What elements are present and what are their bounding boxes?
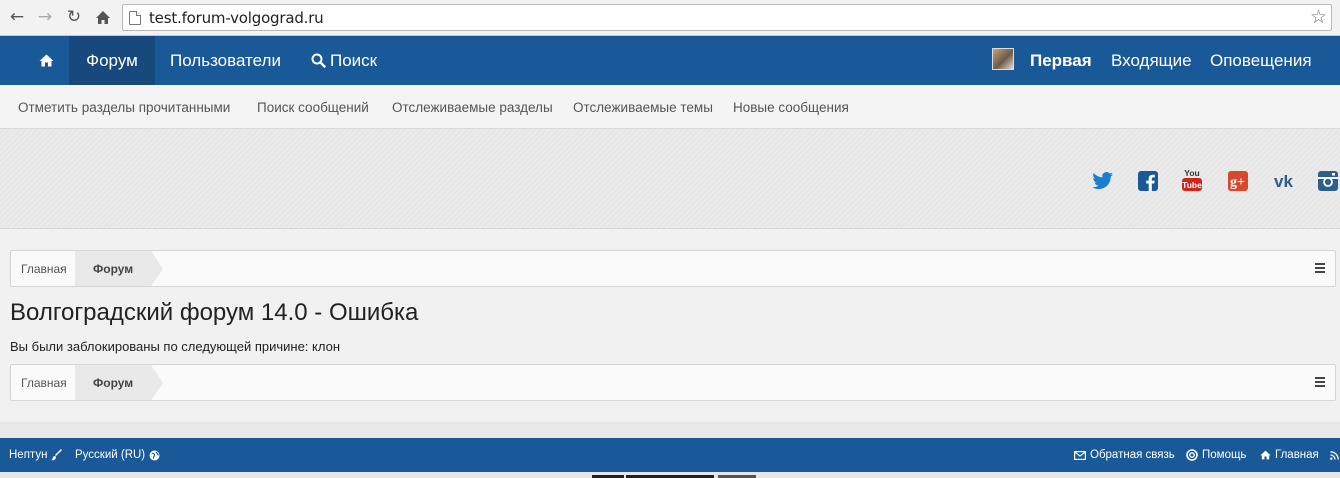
help-label: Помощь xyxy=(1202,449,1247,461)
globe-icon xyxy=(149,450,160,460)
watched-threads-link[interactable]: Отслеживаемые темы xyxy=(573,85,713,129)
nav-home-button[interactable] xyxy=(26,36,66,85)
url-text: test.forum-volgograd.ru xyxy=(149,8,324,27)
sub-navigation: Отметить разделы прочитанными Поиск сооб… xyxy=(0,85,1340,129)
feedback-label: Обратная связь xyxy=(1090,449,1175,461)
search-messages-link[interactable]: Поиск сообщений xyxy=(257,85,369,129)
footer: Нептун Русский (RU) Обратная связь Помощ… xyxy=(0,438,1340,472)
google-plus-icon[interactable]: g+ xyxy=(1227,170,1249,192)
page-icon xyxy=(129,10,141,25)
feedback-link[interactable]: Обратная связь xyxy=(1070,438,1175,472)
reload-button[interactable]: ↻ xyxy=(63,6,85,28)
facebook-icon[interactable] xyxy=(1137,170,1159,192)
menu-icon[interactable] xyxy=(1315,377,1325,387)
svg-text:Tube: Tube xyxy=(1182,180,1202,190)
footer-home-link[interactable]: Главная xyxy=(1256,438,1319,472)
error-message: Вы были заблокированы по следующей причи… xyxy=(10,339,340,354)
instagram-icon[interactable] xyxy=(1317,170,1339,192)
breadcrumb-home[interactable]: Главная xyxy=(21,251,67,286)
back-button[interactable]: ← xyxy=(6,6,28,28)
home-icon xyxy=(39,54,53,67)
svg-text:g+: g+ xyxy=(1230,175,1245,190)
search-icon xyxy=(311,53,326,68)
youtube-icon[interactable]: You Tube xyxy=(1181,167,1203,193)
brush-icon xyxy=(51,449,63,461)
twitter-icon[interactable] xyxy=(1092,170,1114,192)
arrow-right-icon: → xyxy=(37,7,53,27)
inbox-link[interactable]: Входящие xyxy=(1111,36,1192,85)
language-name: Русский (RU) xyxy=(75,449,146,461)
search-label: Поиск xyxy=(330,50,378,70)
menu-icon[interactable] xyxy=(1315,263,1325,273)
new-posts-link[interactable]: Новые сообщения xyxy=(733,85,849,129)
watched-forums-link[interactable]: Отслеживаемые разделы xyxy=(392,85,553,129)
breadcrumb-current[interactable]: Форум xyxy=(75,251,163,286)
tab-search[interactable]: Поиск xyxy=(311,36,377,85)
language-chooser-link[interactable]: Русский (RU) xyxy=(75,438,160,472)
avatar[interactable] xyxy=(992,48,1014,70)
style-chooser-link[interactable]: Нептун xyxy=(9,438,63,472)
bottom-strip xyxy=(0,472,1340,478)
tab-forum[interactable]: Форум xyxy=(69,36,155,85)
mark-forums-read-link[interactable]: Отметить разделы прочитанными xyxy=(18,85,230,129)
main-navigation: Форум Пользователи Поиск Первая Входящие… xyxy=(0,36,1340,85)
lifebuoy-icon xyxy=(1186,449,1198,461)
browser-home-button[interactable] xyxy=(92,6,114,28)
breadcrumb-bottom: Главная Форум xyxy=(10,364,1336,401)
tab-users[interactable]: Пользователи xyxy=(170,36,281,85)
alerts-link[interactable]: Оповещения xyxy=(1210,36,1312,85)
envelope-icon xyxy=(1074,450,1086,460)
home-icon xyxy=(96,10,110,24)
breadcrumb: Главная Форум xyxy=(10,250,1336,287)
browser-toolbar: ← → ↻ test.forum-volgograd.ru ☆ xyxy=(0,0,1340,36)
svg-text:vk: vk xyxy=(1274,173,1293,189)
vk-icon[interactable]: vk xyxy=(1269,170,1297,192)
breadcrumb-current[interactable]: Форум xyxy=(75,365,163,400)
reload-icon: ↻ xyxy=(66,7,82,27)
star-icon[interactable]: ☆ xyxy=(1310,6,1327,28)
address-bar[interactable]: test.forum-volgograd.ru ☆ xyxy=(122,4,1332,31)
breadcrumb-home[interactable]: Главная xyxy=(21,365,67,400)
arrow-left-icon: ← xyxy=(9,7,25,27)
style-name: Нептун xyxy=(9,449,48,461)
svg-text:You: You xyxy=(1184,168,1199,178)
footer-home-label: Главная xyxy=(1275,449,1319,461)
help-link[interactable]: Помощь xyxy=(1182,438,1246,472)
rss-icon[interactable] xyxy=(1326,438,1339,472)
page-title: Волгоградский форум 14.0 - Ошибка xyxy=(10,299,419,326)
home-icon xyxy=(1260,450,1271,460)
content-footer-band xyxy=(0,422,1340,438)
user-menu[interactable]: Первая xyxy=(1030,36,1092,85)
forward-button[interactable]: → xyxy=(34,6,56,28)
